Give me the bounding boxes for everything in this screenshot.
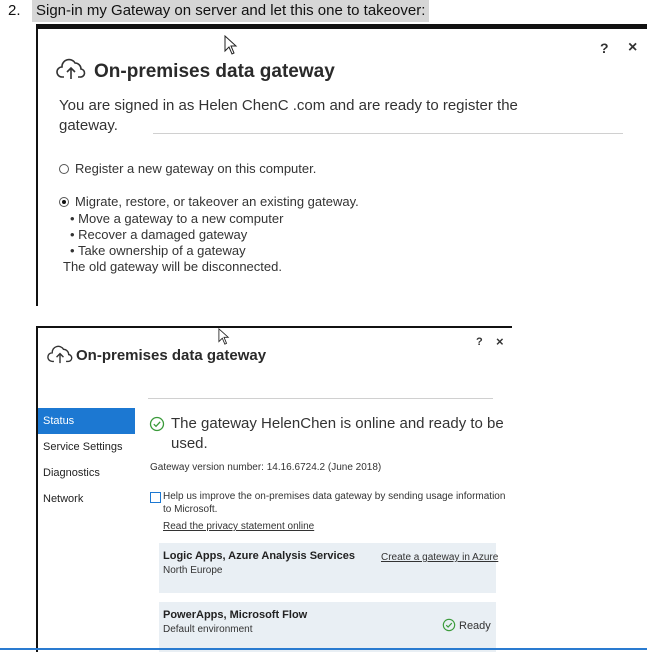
ready-check-icon bbox=[442, 618, 456, 632]
disconnect-note: The old gateway will be disconnected. bbox=[63, 259, 282, 274]
create-gateway-in-azure-link[interactable]: Create a gateway in Azure bbox=[381, 552, 498, 563]
status-message-line2: used. bbox=[171, 435, 208, 452]
signed-in-message-line1: You are signed in as Helen ChenC .com an… bbox=[59, 97, 518, 114]
bullet-item: • Take ownership of a gateway bbox=[70, 243, 246, 258]
divider bbox=[153, 133, 623, 134]
mouse-cursor-icon bbox=[224, 35, 238, 55]
status-message-line1: The gateway HelenChen is online and read… bbox=[171, 415, 504, 432]
privacy-statement-link[interactable]: Read the privacy statement online bbox=[163, 521, 314, 532]
help-improve-text-line2: to Microsoft. bbox=[163, 504, 218, 515]
register-new-label: Register a new gateway on this computer. bbox=[75, 161, 317, 176]
ready-status: Ready bbox=[459, 620, 491, 632]
bullet-item: • Move a gateway to a new computer bbox=[70, 211, 284, 226]
divider bbox=[148, 398, 493, 399]
panel-region: North Europe bbox=[163, 565, 223, 576]
powerapps-panel: PowerApps, Microsoft Flow Default enviro… bbox=[159, 602, 496, 652]
panel-environment: Default environment bbox=[163, 624, 253, 635]
logic-apps-panel: Logic Apps, Azure Analysis Services Nort… bbox=[159, 543, 498, 593]
sidebar-item-status[interactable]: Status bbox=[38, 408, 135, 434]
help-button[interactable]: ? bbox=[476, 336, 483, 348]
gateway-version: Gateway version number: 14.16.6724.2 (Ju… bbox=[150, 462, 382, 473]
help-button[interactable]: ? bbox=[600, 40, 609, 56]
panel-title: Logic Apps, Azure Analysis Services bbox=[163, 550, 355, 562]
bullet-item: • Recover a damaged gateway bbox=[70, 227, 248, 242]
radio-migrate[interactable] bbox=[59, 197, 69, 207]
signed-in-message-line2: gateway. bbox=[59, 117, 118, 134]
gateway-status-dialog: On-premises data gateway ? × Status Serv… bbox=[36, 326, 512, 652]
radio-register-new[interactable] bbox=[59, 164, 69, 174]
close-button[interactable]: × bbox=[496, 334, 504, 349]
migrate-label: Migrate, restore, or takeover an existin… bbox=[75, 194, 359, 209]
mouse-cursor-icon bbox=[218, 328, 230, 345]
migrate-option[interactable]: Migrate, restore, or takeover an existin… bbox=[59, 194, 359, 209]
sidebar-item-network[interactable]: Network bbox=[38, 486, 135, 512]
panel-title: PowerApps, Microsoft Flow bbox=[163, 609, 308, 621]
step-number: 2. bbox=[8, 2, 21, 19]
sidebar-item-service-settings[interactable]: Service Settings bbox=[38, 434, 135, 460]
help-improve-text-line1: Help us improve the on-premises data gat… bbox=[163, 491, 506, 502]
gateway-signin-dialog: On-premises data gateway ? × You are sig… bbox=[36, 24, 647, 306]
step-instruction: Sign-in my Gateway on server and let thi… bbox=[32, 0, 430, 22]
dialog-title: On-premises data gateway bbox=[94, 61, 335, 82]
check-circle-icon bbox=[149, 416, 165, 432]
usage-info-checkbox[interactable] bbox=[150, 492, 161, 503]
sidebar-item-diagnostics[interactable]: Diagnostics bbox=[38, 460, 135, 486]
register-new-option[interactable]: Register a new gateway on this computer. bbox=[59, 161, 316, 176]
cloud-upload-icon bbox=[56, 58, 86, 79]
close-button[interactable]: × bbox=[628, 39, 637, 57]
cloud-upload-icon bbox=[47, 345, 73, 364]
dialog-title: On-premises data gateway bbox=[76, 347, 267, 364]
